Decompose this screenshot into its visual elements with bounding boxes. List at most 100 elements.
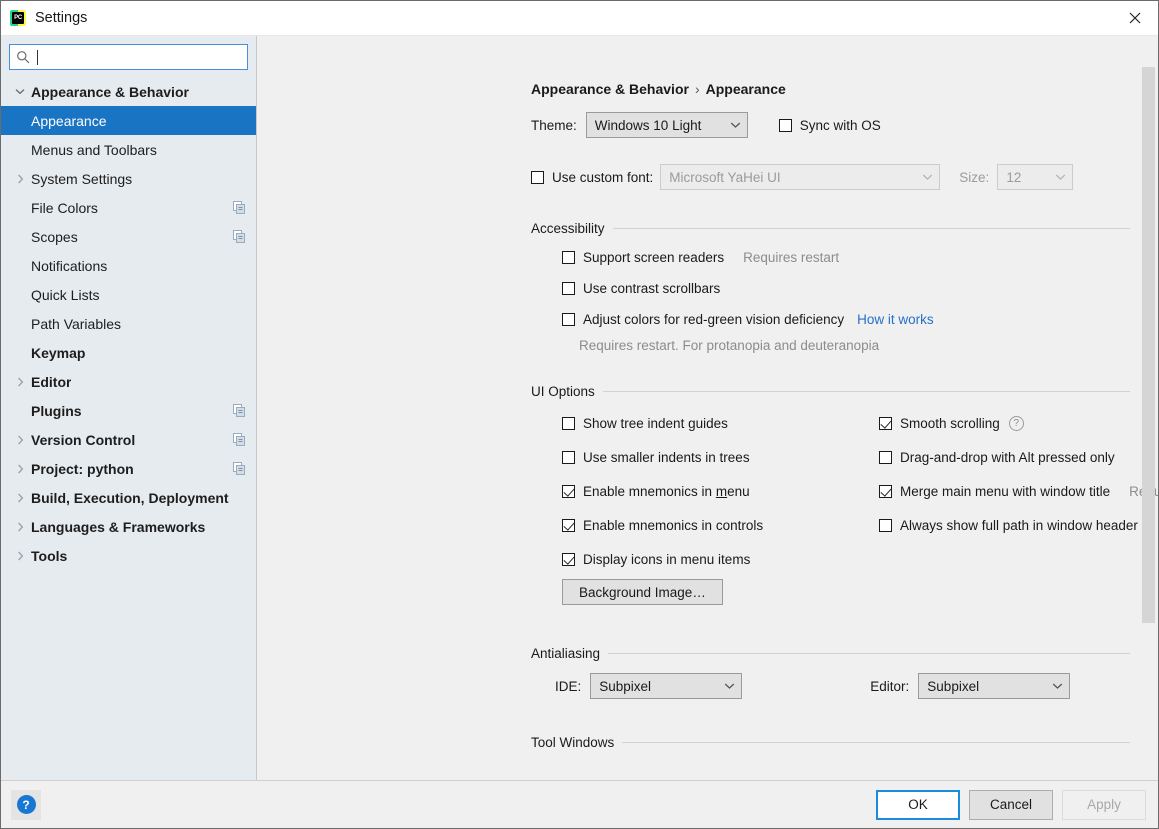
adjust-colors-label: Adjust colors for red-green vision defic… bbox=[583, 311, 845, 327]
show-tree-indent-guides-checkbox[interactable]: Show tree indent guides bbox=[562, 416, 728, 431]
chevron-right-icon[interactable] bbox=[9, 522, 31, 532]
group-divider bbox=[602, 391, 1130, 392]
sidebar-item-languages-frameworks[interactable]: Languages & Frameworks bbox=[1, 512, 256, 541]
how-it-works-link[interactable]: How it works bbox=[857, 312, 934, 327]
always-show-full-path-checkbox[interactable]: Always show full path in window header bbox=[879, 518, 1138, 533]
dialog-footer: ? OK Cancel Apply bbox=[1, 780, 1158, 828]
sidebar-item-label: Build, Execution, Deployment bbox=[31, 489, 229, 506]
copy-settings-icon[interactable] bbox=[232, 230, 246, 244]
help-icon[interactable]: ? bbox=[1008, 415, 1024, 431]
drag-and-drop-alt-row: Drag-and-drop with Alt pressed only bbox=[879, 440, 1158, 474]
custom-font-select[interactable]: Microsoft YaHei UI bbox=[660, 164, 941, 190]
checkbox-box bbox=[562, 450, 575, 464]
settings-tree[interactable]: Appearance & Behavior Appearance Menus and… bbox=[1, 76, 256, 780]
sidebar-item-notifications[interactable]: Notifications bbox=[1, 251, 256, 280]
merge-main-menu-checkbox[interactable]: Merge main menu with window title bbox=[879, 484, 1110, 499]
search-box[interactable] bbox=[9, 44, 248, 70]
background-image-row: Background Image… bbox=[562, 576, 1130, 612]
chevron-right-icon[interactable] bbox=[9, 493, 31, 503]
scrollbar-thumb[interactable] bbox=[1142, 67, 1155, 623]
support-screen-readers-row: Support screen readers Requires restart bbox=[562, 240, 1130, 274]
accessibility-title: Accessibility bbox=[531, 221, 605, 236]
chevron-right-icon[interactable] bbox=[9, 174, 31, 184]
search-container bbox=[1, 36, 256, 76]
group-divider bbox=[622, 742, 1130, 743]
title-bar: PC Settings bbox=[1, 1, 1158, 36]
enable-mnemonics-controls-checkbox[interactable]: Enable mnemonics in controls bbox=[562, 518, 763, 533]
sidebar-item-tools[interactable]: Tools bbox=[1, 541, 256, 570]
sidebar-item-label: Languages & Frameworks bbox=[31, 518, 206, 535]
sidebar-item-project-python[interactable]: Project: python bbox=[1, 454, 256, 483]
chevron-right-icon[interactable] bbox=[9, 377, 31, 387]
help-button[interactable]: ? bbox=[11, 789, 41, 820]
chevron-right-icon[interactable] bbox=[9, 551, 31, 561]
drag-and-drop-alt-checkbox[interactable]: Drag-and-drop with Alt pressed only bbox=[879, 450, 1115, 465]
use-smaller-indents-checkbox[interactable]: Use smaller indents in trees bbox=[562, 450, 750, 465]
sidebar-item-menus-and-toolbars[interactable]: Menus and Toolbars bbox=[1, 135, 256, 164]
use-contrast-scrollbars-checkbox[interactable]: Use contrast scrollbars bbox=[562, 281, 720, 296]
support-screen-readers-label: Support screen readers bbox=[583, 249, 725, 265]
sidebar-item-label: Appearance bbox=[31, 112, 107, 129]
enable-mnemonics-menu-checkbox[interactable]: Enable mnemonics in menu bbox=[562, 484, 750, 499]
support-screen-readers-checkbox[interactable]: Support screen readers bbox=[562, 250, 724, 265]
sidebar-item-version-control[interactable]: Version Control bbox=[1, 425, 256, 454]
smooth-scrolling-checkbox[interactable]: Smooth scrolling bbox=[879, 416, 1000, 431]
sidebar-item-plugins[interactable]: Plugins bbox=[1, 396, 256, 425]
accessibility-group-header: Accessibility bbox=[531, 221, 1130, 236]
checkbox-box bbox=[531, 170, 544, 184]
custom-font-value: Microsoft YaHei UI bbox=[669, 169, 781, 185]
font-size-select[interactable]: 12 bbox=[997, 164, 1074, 190]
smooth-scrolling-row: Smooth scrolling ? bbox=[879, 406, 1158, 440]
breadcrumb: Appearance & Behavior › Appearance bbox=[531, 81, 786, 97]
copy-settings-icon[interactable] bbox=[232, 462, 246, 476]
sidebar-item-appearance-behavior[interactable]: Appearance & Behavior bbox=[1, 77, 256, 106]
panel-content: Theme: Windows 10 Light Sync with OS Use… bbox=[531, 112, 1158, 754]
sidebar-item-file-colors[interactable]: File Colors bbox=[1, 193, 256, 222]
apply-button[interactable]: Apply bbox=[1062, 789, 1146, 820]
sidebar-item-label: Quick Lists bbox=[31, 286, 100, 303]
adjust-colors-checkbox[interactable]: Adjust colors for red-green vision defic… bbox=[562, 312, 844, 327]
use-custom-font-checkbox[interactable]: Use custom font: bbox=[531, 170, 653, 185]
ide-antialiasing-select[interactable]: Subpixel bbox=[590, 673, 743, 699]
sync-with-os-checkbox[interactable]: Sync with OS bbox=[778, 118, 881, 133]
sidebar-item-editor[interactable]: Editor bbox=[1, 367, 256, 396]
chevron-down-icon[interactable] bbox=[9, 88, 31, 95]
checkbox-box bbox=[562, 552, 575, 566]
sidebar-item-label: Menus and Toolbars bbox=[31, 141, 157, 158]
sidebar-item-build-execution-deployment[interactable]: Build, Execution, Deployment bbox=[1, 483, 256, 512]
sidebar-item-path-variables[interactable]: Path Variables bbox=[1, 309, 256, 338]
panel-scrollbar[interactable] bbox=[1142, 67, 1155, 623]
editor-antialiasing-select[interactable]: Subpixel bbox=[918, 673, 1071, 699]
copy-settings-icon[interactable] bbox=[232, 201, 246, 215]
search-input[interactable] bbox=[38, 46, 243, 68]
sidebar-item-keymap[interactable]: Keymap bbox=[1, 338, 256, 367]
sidebar-item-appearance[interactable]: Appearance bbox=[1, 106, 256, 135]
copy-settings-icon[interactable] bbox=[232, 404, 246, 418]
chevron-right-icon[interactable] bbox=[9, 435, 31, 445]
background-image-button[interactable]: Background Image… bbox=[562, 579, 723, 605]
theme-select-value: Windows 10 Light bbox=[594, 117, 702, 133]
theme-select[interactable]: Windows 10 Light bbox=[585, 112, 748, 138]
antialiasing-title: Antialiasing bbox=[531, 646, 601, 661]
ok-button[interactable]: OK bbox=[876, 789, 960, 820]
sidebar-item-label: Version Control bbox=[31, 431, 136, 448]
copy-settings-icon[interactable] bbox=[232, 433, 246, 447]
ui-options-group-header: UI Options bbox=[531, 384, 1130, 399]
enable-mnemonics-menu-label: Enable mnemonics in menu bbox=[583, 483, 750, 499]
dialog-actions: OK Cancel Apply bbox=[876, 789, 1146, 820]
sidebar-item-label: Path Variables bbox=[31, 315, 122, 332]
always-show-full-path-row: Always show full path in window header bbox=[879, 508, 1158, 542]
checkbox-box bbox=[879, 416, 892, 430]
sidebar-item-scopes[interactable]: Scopes bbox=[1, 222, 256, 251]
cancel-button[interactable]: Cancel bbox=[969, 789, 1053, 820]
sidebar-item-system-settings[interactable]: System Settings bbox=[1, 164, 256, 193]
checkbox-box bbox=[778, 118, 792, 132]
close-icon[interactable] bbox=[1112, 1, 1158, 35]
ide-antialiasing-value: Subpixel bbox=[599, 678, 652, 694]
sidebar-item-quick-lists[interactable]: Quick Lists bbox=[1, 280, 256, 309]
display-icons-menu-items-checkbox[interactable]: Display icons in menu items bbox=[562, 552, 750, 567]
merge-main-menu-row: Merge main menu with window title Requir… bbox=[879, 474, 1158, 508]
sidebar-item-label: Scopes bbox=[31, 228, 78, 245]
use-custom-font-label: Use custom font: bbox=[552, 169, 654, 185]
chevron-right-icon[interactable] bbox=[9, 464, 31, 474]
